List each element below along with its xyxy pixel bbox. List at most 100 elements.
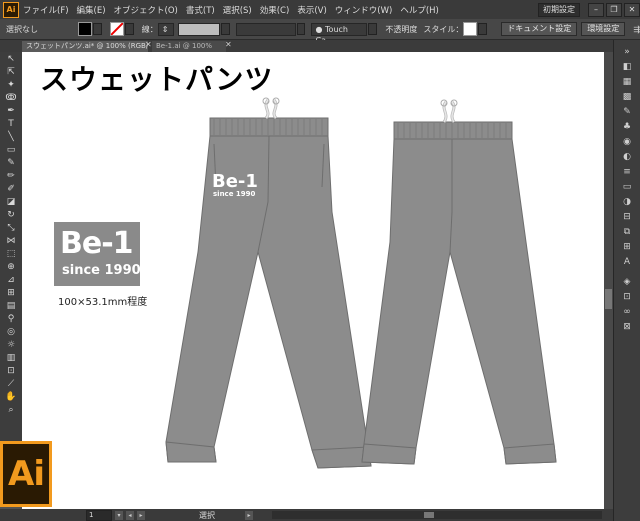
vertical-scroll-thumb[interactable]	[605, 289, 612, 309]
menu-view[interactable]: 表示(V)	[297, 4, 326, 16]
eraser-icon[interactable]: ◪	[4, 197, 18, 208]
illustrator-logo: Ai	[0, 441, 52, 507]
menu-help[interactable]: ヘルプ(H)	[400, 4, 439, 16]
mesh-icon[interactable]: ⊞	[4, 288, 18, 299]
app-badge: Ai	[3, 1, 19, 18]
status-mode: 選択	[199, 510, 215, 520]
layers-icon[interactable]: ◈	[620, 276, 634, 288]
restore-button[interactable]: ❐	[606, 2, 622, 17]
menu-effect[interactable]: 効果(C)	[260, 4, 290, 16]
magic-wand-icon[interactable]: ✦	[4, 80, 18, 91]
type-icon[interactable]: T	[4, 119, 18, 130]
stroke-weight-field[interactable]	[177, 22, 220, 36]
menu-file[interactable]: ファイル(F)	[23, 4, 69, 16]
stroke-weight-stepper[interactable]: ⇕	[157, 22, 174, 36]
free-transform-icon[interactable]: ⬚	[4, 249, 18, 260]
color-icon[interactable]: ◧	[620, 61, 634, 73]
symbols-icon[interactable]: ♣	[620, 121, 634, 133]
close-tab-icon[interactable]: ✕	[145, 40, 152, 49]
character-icon[interactable]: A	[620, 256, 634, 268]
shape-builder-icon[interactable]: ⊕	[4, 262, 18, 273]
rectangle-icon[interactable]: ▭	[4, 145, 18, 156]
style-dropdown[interactable]	[478, 23, 488, 35]
menu-edit[interactable]: 編集(E)	[77, 4, 106, 16]
transform-icon[interactable]: ⊞	[620, 241, 634, 253]
menu-select[interactable]: 選択(S)	[223, 4, 252, 16]
brushes-icon[interactable]: ✎	[620, 106, 634, 118]
tab-inactive-label: Be-1.ai @ 100%	[156, 42, 213, 50]
close-tab-2-icon[interactable]: ✕	[225, 40, 232, 49]
opacity-label[interactable]: 不透明度	[385, 24, 417, 35]
pathfinder-icon[interactable]: ⧉	[620, 226, 634, 238]
fill-dropdown[interactable]	[92, 23, 102, 35]
horizontal-scroll-thumb[interactable]	[424, 512, 434, 518]
gradient-icon[interactable]: ▤	[4, 301, 18, 312]
menu-window[interactable]: ウィンドウ(W)	[335, 4, 393, 16]
close-button[interactable]: ✕	[624, 2, 640, 17]
prev-artboard-button[interactable]: ◂	[126, 510, 134, 520]
profile-dropdown[interactable]	[296, 23, 306, 35]
stroke-weight-dropdown[interactable]	[220, 23, 230, 35]
direct-selection-icon[interactable]: ⇱	[4, 67, 18, 78]
variable-width-profile[interactable]	[235, 22, 296, 36]
perspective-icon[interactable]: ⊿	[4, 275, 18, 286]
hand-icon[interactable]: ✋	[4, 392, 18, 403]
vertical-scrollbar[interactable]	[604, 52, 613, 509]
status-menu-button[interactable]: ▸	[245, 510, 253, 520]
stroke-icon[interactable]: ≡	[620, 166, 634, 178]
arrange-documents-icon[interactable]: ⇶	[633, 25, 640, 34]
swatches-icon[interactable]: ▩	[620, 91, 634, 103]
logo-sub-text: since 1990	[62, 263, 141, 278]
brush-definition[interactable]: ● Touch Ca...	[311, 22, 368, 45]
eyedropper-icon[interactable]: ⚲	[4, 314, 18, 325]
paintbrush-icon[interactable]: ✎	[4, 158, 18, 169]
next-artboard-button[interactable]: ▸	[137, 510, 145, 520]
artboard-icon[interactable]: ⊡	[4, 366, 18, 377]
blend-icon[interactable]: ◎	[4, 327, 18, 338]
stroke-label[interactable]: 線：	[142, 24, 158, 35]
document-setup-button[interactable]: ドキュメント設定	[501, 22, 578, 36]
menu-object[interactable]: オブジェクト(O)	[114, 4, 178, 16]
brush-dropdown[interactable]	[368, 23, 378, 35]
gradient-panel-icon[interactable]: ▭	[620, 181, 634, 193]
preferences-button[interactable]: 環境設定	[581, 22, 626, 36]
print-mark-sub: since 1990	[213, 190, 255, 198]
navigator-icon[interactable]: ⊠	[620, 321, 634, 333]
pencil-icon[interactable]: ✏	[4, 171, 18, 182]
color-guide-icon[interactable]: ▦	[620, 76, 634, 88]
menu-type[interactable]: 書式(T)	[186, 4, 215, 16]
align-icon[interactable]: ⊟	[620, 211, 634, 223]
line-icon[interactable]: ╲	[4, 132, 18, 143]
symbol-sprayer-icon[interactable]: ☼	[4, 340, 18, 351]
minimize-button[interactable]: –	[588, 2, 604, 17]
slice-icon[interactable]: ⟋	[4, 379, 18, 390]
rotate-icon[interactable]: ↻	[4, 210, 18, 221]
lasso-icon[interactable]: ↂ	[4, 93, 18, 104]
collapse-panels-icon[interactable]: »	[620, 46, 634, 58]
fill-swatch[interactable]	[77, 22, 92, 36]
scale-icon[interactable]: ⤡	[4, 223, 18, 234]
graphic-styles-icon[interactable]: ◉	[620, 136, 634, 148]
tab-inactive-document[interactable]: Be-1.ai @ 100%	[152, 41, 226, 52]
pen-icon[interactable]: ✒	[4, 106, 18, 117]
artboards-icon[interactable]: ⊡	[620, 291, 634, 303]
column-graph-icon[interactable]: ▥	[4, 353, 18, 364]
artboard-number-field[interactable]: 1	[86, 509, 112, 521]
zoom-icon[interactable]: ⌕	[4, 405, 18, 416]
workspace-switcher[interactable]: 初期設定	[538, 2, 580, 17]
blob-brush-icon[interactable]: ✐	[4, 184, 18, 195]
tab-active-document[interactable]: スウェットパンツ.ai* @ 100% (RGB/プレビュー)	[22, 41, 148, 52]
appearance-icon[interactable]: ◐	[620, 151, 634, 163]
width-icon[interactable]: ⋈	[4, 236, 18, 247]
artboard-canvas[interactable]: スウェットパンツ Be-1 since 1990 Be-1 since 1990…	[22, 52, 604, 509]
tools-panel: ↖ ⇱ ✦ ↂ ✒ T ╲ ▭ ✎ ✏ ✐ ◪ ↻ ⤡ ⋈ ⬚ ⊕ ⊿ ⊞ ▤ …	[0, 52, 23, 452]
horizontal-scrollbar[interactable]	[272, 511, 602, 519]
stroke-dropdown[interactable]	[124, 23, 134, 35]
stroke-swatch[interactable]	[109, 22, 124, 36]
logo-main-text: Be-1	[60, 226, 134, 261]
artboard-dropdown[interactable]: ▾	[115, 510, 123, 520]
links-icon[interactable]: ∞	[620, 306, 634, 318]
selection-icon[interactable]: ↖	[4, 54, 18, 65]
graphic-style-swatch[interactable]	[463, 22, 478, 36]
transparency-icon[interactable]: ◑	[620, 196, 634, 208]
